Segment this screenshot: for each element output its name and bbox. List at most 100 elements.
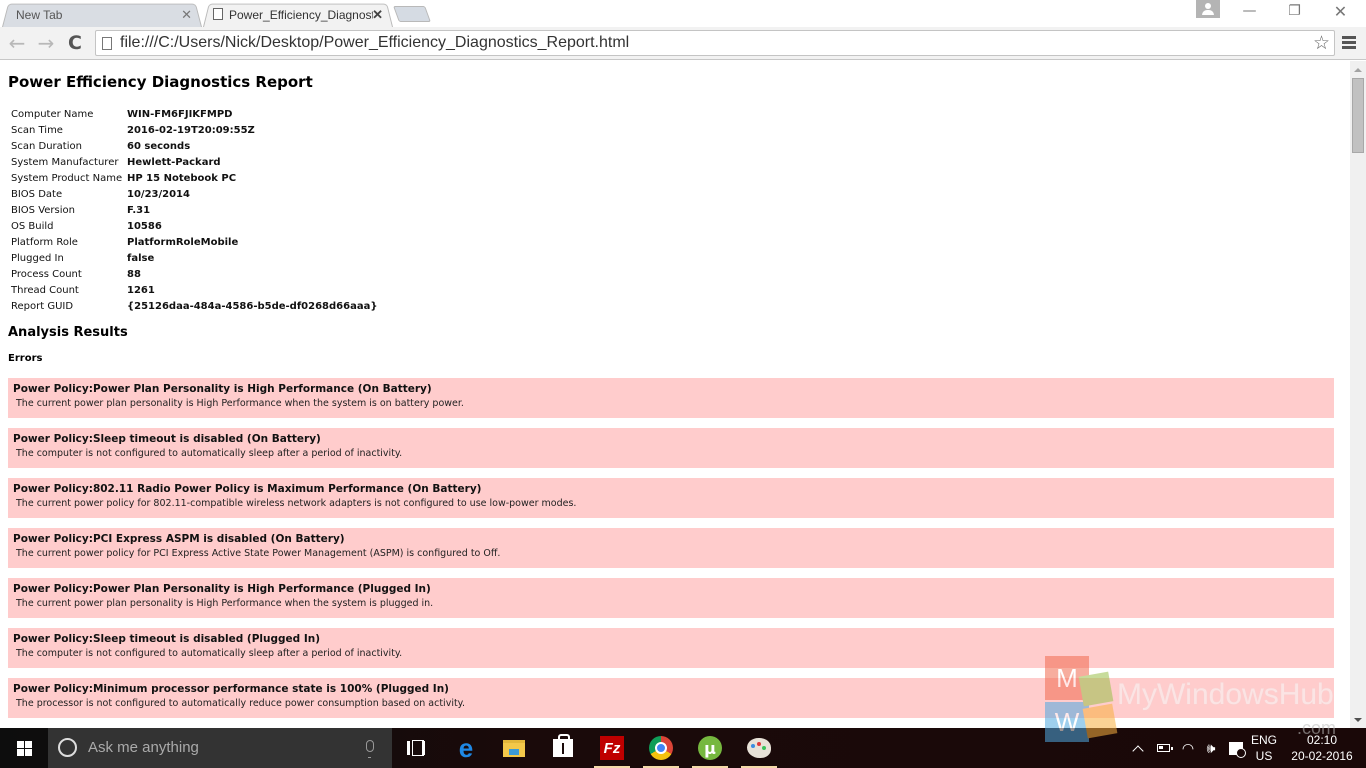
address-bar[interactable]: file:///C:/Users/Nick/Desktop/Power_Effi… xyxy=(95,30,1335,56)
tab-new-tab[interactable]: New Tab ✕ xyxy=(2,2,202,27)
errors-heading: Errors xyxy=(8,353,43,364)
info-value: F.31 xyxy=(127,204,151,216)
chrome-icon xyxy=(649,736,673,760)
volume-icon: 🕪 xyxy=(1206,739,1216,756)
tab-strip: New Tab ✕ Power_Efficiency_Diagnost ✕ — … xyxy=(0,0,1366,27)
info-value: 1261 xyxy=(127,284,155,296)
taskbar-chrome[interactable] xyxy=(637,728,685,768)
error-description: The processor is not configured to autom… xyxy=(16,698,465,709)
info-row: Scan Duration 60 seconds xyxy=(11,138,377,154)
scroll-up-arrow-icon[interactable] xyxy=(1354,68,1362,72)
menu-bar-icon xyxy=(1342,46,1356,49)
volume-button[interactable]: 🕪 xyxy=(1200,728,1222,768)
error-item: Power Policy:Sleep timeout is disabled (… xyxy=(8,428,1334,468)
page-content: Power Efficiency Diagnostics Report Comp… xyxy=(0,61,1350,728)
task-view-button[interactable] xyxy=(392,728,440,768)
start-button[interactable] xyxy=(0,728,48,768)
windows-logo-icon xyxy=(16,740,32,756)
language-code: ENG xyxy=(1250,733,1277,747)
page-icon xyxy=(102,37,112,50)
close-window-button[interactable]: ✕ xyxy=(1318,0,1363,22)
info-key: Scan Duration xyxy=(11,140,82,152)
profile-button[interactable] xyxy=(1196,0,1220,18)
info-key: System Manufacturer xyxy=(11,156,119,168)
url-text[interactable]: file:///C:/Users/Nick/Desktop/Power_Effi… xyxy=(120,34,629,52)
analysis-results-heading: Analysis Results xyxy=(8,325,128,340)
info-key: Report GUID xyxy=(11,300,74,312)
info-row: Process Count 88 xyxy=(11,266,377,282)
info-value: WIN-FM6FJIKFMPD xyxy=(127,108,233,120)
info-key: Platform Role xyxy=(11,236,78,248)
battery-button[interactable] xyxy=(1152,728,1174,768)
system-info-table: Computer Name WIN-FM6FJIKFMPD Scan Time 201… xyxy=(11,106,377,314)
error-title: Power Policy:Power Plan Personality is H… xyxy=(13,583,431,595)
cortana-icon xyxy=(58,738,77,757)
error-description: The computer is not configured to automa… xyxy=(16,648,403,659)
taskbar-file-explorer[interactable] xyxy=(490,728,538,768)
edge-icon: e xyxy=(458,733,474,763)
file-explorer-icon xyxy=(503,739,525,757)
error-item: Power Policy:Sleep timeout is disabled (… xyxy=(8,628,1334,668)
action-center-button[interactable] xyxy=(1225,728,1247,768)
info-row: Plugged In false xyxy=(11,250,377,266)
tab-power-efficiency-report[interactable]: Power_Efficiency_Diagnost ✕ xyxy=(203,2,393,27)
restore-button[interactable]: ❐ xyxy=(1272,0,1317,22)
info-row: Computer Name WIN-FM6FJIKFMPD xyxy=(11,106,377,122)
taskbar-filezilla[interactable]: Fz xyxy=(588,728,636,768)
error-title: Power Policy:Sleep timeout is disabled (… xyxy=(13,633,320,645)
input-language-button[interactable]: ENG US xyxy=(1248,728,1280,768)
scroll-down-arrow-icon[interactable] xyxy=(1354,718,1362,722)
error-title: Power Policy:Sleep timeout is disabled (… xyxy=(13,433,321,445)
forward-button[interactable]: → xyxy=(34,31,58,55)
reload-button[interactable]: C xyxy=(63,31,87,55)
error-title: Power Policy:802.11 Radio Power Policy i… xyxy=(13,483,482,495)
search-placeholder: Ask me anything xyxy=(88,739,199,756)
info-key: Process Count xyxy=(11,268,82,280)
menu-bar-icon xyxy=(1342,36,1356,39)
menu-bar-icon xyxy=(1342,41,1356,44)
tab-close-icon[interactable]: ✕ xyxy=(181,7,192,23)
wifi-icon: ◠ xyxy=(1181,739,1195,756)
vertical-scrollbar[interactable] xyxy=(1350,61,1366,728)
battery-icon xyxy=(1156,744,1173,752)
info-value: 10586 xyxy=(127,220,162,232)
tab-close-icon[interactable]: ✕ xyxy=(372,7,383,23)
info-key: Scan Time xyxy=(11,124,63,136)
new-tab-button[interactable] xyxy=(393,6,431,22)
clock-date: 20-02-2016 xyxy=(1291,749,1353,763)
chrome-menu-button[interactable] xyxy=(1342,36,1356,50)
info-value: {25126daa-484a-4586-b5de-df0268d66aaa} xyxy=(127,300,378,312)
error-description: The computer is not configured to automa… xyxy=(16,448,403,459)
info-row: BIOS Date 10/23/2014 xyxy=(11,186,377,202)
microphone-icon[interactable] xyxy=(366,740,374,758)
info-key: BIOS Date xyxy=(11,188,63,200)
info-value: 2016-02-19T20:09:55Z xyxy=(127,124,255,136)
user-icon xyxy=(1205,3,1211,9)
user-icon-body xyxy=(1202,10,1214,15)
back-button[interactable]: ← xyxy=(5,31,29,55)
bookmark-star-icon[interactable]: ☆ xyxy=(1313,32,1330,54)
scrollbar-thumb[interactable] xyxy=(1352,78,1364,153)
tab-label: Power_Efficiency_Diagnost xyxy=(229,7,373,22)
cortana-search-box[interactable]: Ask me anything xyxy=(48,728,392,768)
info-key: OS Build xyxy=(11,220,54,232)
error-title: Power Policy:Minimum processor performan… xyxy=(13,683,449,695)
show-hidden-icons-button[interactable] xyxy=(1128,728,1148,768)
info-row: Scan Time 2016-02-19T20:09:55Z xyxy=(11,122,377,138)
error-description: The current power plan personality is Hi… xyxy=(16,598,434,609)
info-key: BIOS Version xyxy=(11,204,75,216)
clock-button[interactable]: 02:10 20-02-2016 xyxy=(1284,728,1360,768)
taskbar-paint[interactable] xyxy=(735,728,783,768)
error-item: Power Policy:802.11 Radio Power Policy i… xyxy=(8,478,1334,518)
taskbar-store[interactable] xyxy=(539,728,587,768)
network-button[interactable]: ◠ xyxy=(1177,728,1199,768)
tab-label: New Tab xyxy=(16,7,63,22)
minimize-button[interactable]: — xyxy=(1227,0,1272,22)
taskbar-utorrent[interactable]: µ xyxy=(686,728,734,768)
info-row: Report GUID {25126daa-484a-4586-b5de-df02… xyxy=(11,298,377,314)
error-item: Power Policy:PCI Express ASPM is disable… xyxy=(8,528,1334,568)
info-value: 10/23/2014 xyxy=(127,188,190,200)
info-key: Plugged In xyxy=(11,252,64,264)
taskbar-edge[interactable]: e xyxy=(442,728,490,768)
error-description: The current power policy for PCI Express… xyxy=(16,548,501,559)
